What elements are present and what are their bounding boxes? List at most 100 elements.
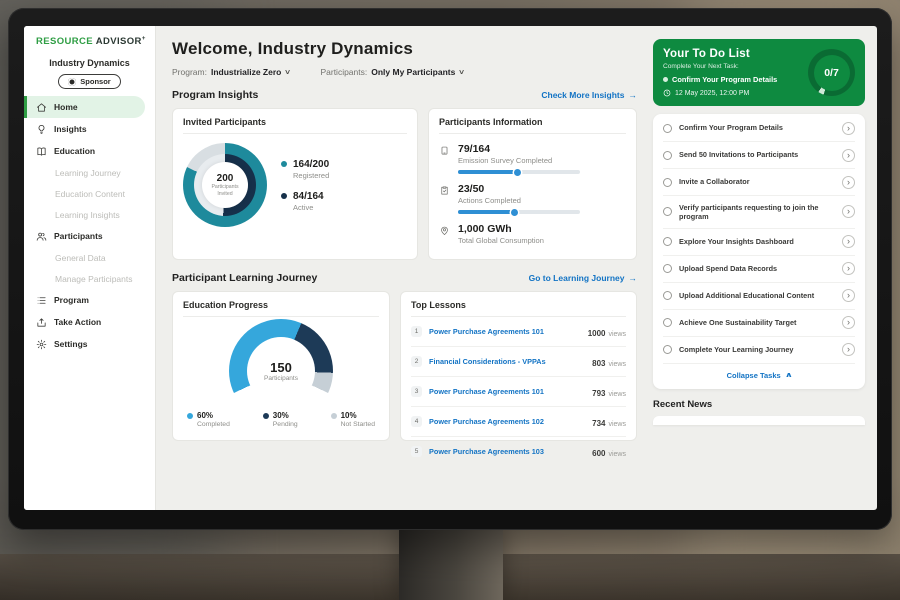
program-dropdown[interactable]: Program: Industrialize Zero ∨ [172,67,290,77]
lesson-views-value: 734 [592,419,605,428]
sidebar-item-label: Insights [54,124,87,134]
task-row-explore-insights[interactable]: Explore Your Insights Dashboard › [663,229,855,256]
participants-dropdown-value: Only My Participants [371,67,455,77]
sidebar-item-learning-insights[interactable]: Learning Insights [24,204,155,225]
lesson-rank: 5 [411,446,422,457]
todo-next-task[interactable]: Confirm Your Program Details [663,75,802,84]
lesson-row: 5 Power Purchase Agreements 103 600views [411,437,626,466]
task-row-confirm-program[interactable]: Confirm Your Program Details › [663,115,855,142]
task-row-upload-educational-content[interactable]: Upload Additional Educational Content › [663,283,855,310]
checkbox-icon[interactable] [663,345,672,354]
chevron-right-icon[interactable]: › [842,235,855,248]
lesson-link[interactable]: Power Purchase Agreements 101 [429,327,581,336]
lesson-link[interactable]: Power Purchase Agreements 102 [429,417,585,426]
sidebar-item-learning-journey[interactable]: Learning Journey [24,162,155,183]
stat-global-consumption: 1,000 GWh Total Global Consumption [439,223,626,245]
legend-item-completed: 60% Completed [187,411,230,428]
sidebar-item-label: Participants [54,231,103,241]
sidebar-item-manage-participants[interactable]: Manage Participants [24,268,155,289]
lesson-row: 1 Power Purchase Agreements 101 1000view… [411,317,626,347]
chevron-right-icon[interactable]: › [842,316,855,329]
legend-label: Registered [293,171,329,180]
lesson-rank: 1 [411,326,422,337]
checkbox-icon[interactable] [663,264,672,273]
checkbox-icon[interactable] [663,178,672,187]
legend-dot-not-started [331,413,337,419]
chevron-down-icon: ∨ [458,68,465,76]
book-icon [36,146,47,157]
sidebar-item-education[interactable]: Education [24,140,155,162]
chevron-right-icon[interactable]: › [842,176,855,189]
sidebar-item-program[interactable]: Program [24,289,155,311]
task-row-achieve-target[interactable]: Achieve One Sustainability Target › [663,310,855,337]
sidebar-item-label: Settings [54,339,88,349]
lightbulb-icon [36,124,47,135]
task-row-upload-spend-data[interactable]: Upload Spend Data Records › [663,256,855,283]
task-row-invite-collaborator[interactable]: Invite a Collaborator › [663,169,855,196]
checkbox-icon[interactable] [663,237,672,246]
education-gauge-legend: 60% Completed 30% Pending [183,411,379,428]
participants-dropdown[interactable]: Participants: Only My Participants ∨ [320,67,464,77]
program-dropdown-value: Industrialize Zero [211,67,281,77]
legend-item-not-started: 10% Not Started [331,411,375,428]
checkbox-icon[interactable] [663,318,672,327]
people-icon [36,231,47,242]
chevron-right-icon[interactable]: › [842,343,855,356]
device-icon [439,145,450,156]
learning-journey-cards: Education Progress 150 Participants [172,291,637,441]
todo-subtitle: Complete Your Next Task: [663,63,802,70]
chevron-right-icon[interactable]: › [842,205,855,218]
lesson-link[interactable]: Power Purchase Agreements 103 [429,447,585,456]
task-row-complete-learning-journey[interactable]: Complete Your Learning Journey › [663,337,855,364]
lesson-row: 3 Power Purchase Agreements 101 793views [411,377,626,407]
checkbox-icon[interactable] [663,151,672,160]
chevron-right-icon[interactable]: › [842,122,855,135]
card-title-info: Participants Information [439,117,626,134]
sidebar-item-home[interactable]: Home [24,96,145,118]
sidebar-item-label: General Data [55,253,106,263]
chevron-right-icon[interactable]: › [842,289,855,302]
sidebar-item-participants[interactable]: Participants [24,225,155,247]
sidebar-item-general-data[interactable]: General Data [24,247,155,268]
sidebar-nav: Home Insights Education Learning Journey [24,96,155,355]
task-row-verify-participants[interactable]: Verify participants requesting to join t… [663,196,855,229]
bullet-icon [663,77,668,82]
sidebar-item-take-action[interactable]: Take Action [24,311,155,333]
lesson-link[interactable]: Financial Considerations - VPPAs [429,357,585,366]
go-to-learning-journey-link[interactable]: Go to Learning Journey → [529,273,637,283]
invited-donut-chart: 200 Participants Invited [183,143,267,227]
top-lessons-card: Top Lessons 1 Power Purchase Agreements … [400,291,637,441]
lesson-views-unit: views [608,451,626,458]
lesson-views-value: 600 [592,449,605,458]
checkbox-icon[interactable] [663,291,672,300]
checkbox-icon[interactable] [663,124,672,133]
screen: RESOURCE ADVISOR+ Industry Dynamics Spon… [24,26,877,510]
checkbox-icon[interactable] [663,207,672,216]
filter-bar: Program: Industrialize Zero ∨ Participan… [172,67,637,77]
collapse-tasks-button[interactable]: Collapse Tasks ∧ [663,364,855,388]
sidebar-item-settings[interactable]: Settings [24,333,155,355]
sidebar-item-insights[interactable]: Insights [24,118,155,140]
lesson-views-value: 1000 [588,329,606,338]
task-row-send-invitations[interactable]: Send 50 Invitations to Participants › [663,142,855,169]
page-title: Welcome, Industry Dynamics [172,39,637,59]
chevron-right-icon[interactable]: › [842,149,855,162]
clock-icon [663,89,671,97]
sponsor-badge[interactable]: Sponsor [58,74,120,89]
todo-tasks-card: Confirm Your Program Details › Send 50 I… [653,114,865,389]
check-more-insights-link[interactable]: Check More Insights → [541,90,637,100]
donut-center-value: 200 [217,173,234,184]
chevron-right-icon[interactable]: › [842,262,855,275]
program-insights-header: Program Insights Check More Insights → [172,89,637,101]
legend-item-pending: 30% Pending [263,411,298,428]
donut-center-label: Participants Invited [208,184,242,197]
progress-knob [511,209,518,216]
arrow-right-icon: → [629,90,638,100]
location-pin-icon [439,225,450,236]
arrow-right-icon: → [629,273,638,283]
logo-plus: + [142,36,146,42]
sidebar-item-education-content[interactable]: Education Content [24,183,155,204]
lesson-link[interactable]: Power Purchase Agreements 101 [429,387,585,396]
stat-value: 79/164 [458,143,580,155]
scene-root: { "colors": { "brand_green": "#2f9e44", … [0,0,900,600]
